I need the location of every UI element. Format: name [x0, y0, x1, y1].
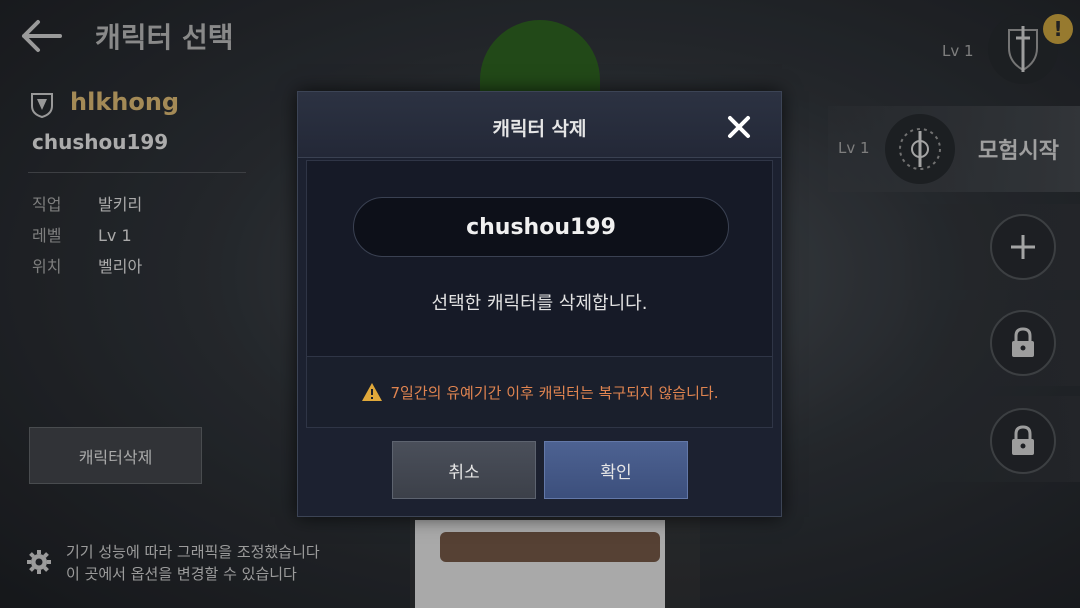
- character-name-display: chushou199: [353, 197, 729, 257]
- dialog-message: 선택한 캐릭터를 삭제합니다.: [431, 293, 648, 314]
- dialog-body: chushou199 선택한 캐릭터를 삭제합니다.: [306, 160, 773, 357]
- delete-character-dialog: 캐릭터 삭제 chushou199 선택한 캐릭터를 삭제합니다. 7일간의 유…: [297, 91, 782, 517]
- warning-box: 7일간의 유예기간 이후 캐릭터는 복구되지 않습니다.: [306, 356, 773, 428]
- confirm-button[interactable]: 확인: [544, 441, 688, 499]
- warning-text: 7일간의 유예기간 이후 캐릭터는 복구되지 않습니다.: [390, 383, 719, 402]
- dialog-title: 캐릭터 삭제: [492, 118, 587, 140]
- close-icon[interactable]: [724, 112, 754, 142]
- dialog-header: 캐릭터 삭제: [298, 92, 781, 158]
- warning-icon: [361, 383, 382, 401]
- cancel-button[interactable]: 취소: [392, 441, 536, 499]
